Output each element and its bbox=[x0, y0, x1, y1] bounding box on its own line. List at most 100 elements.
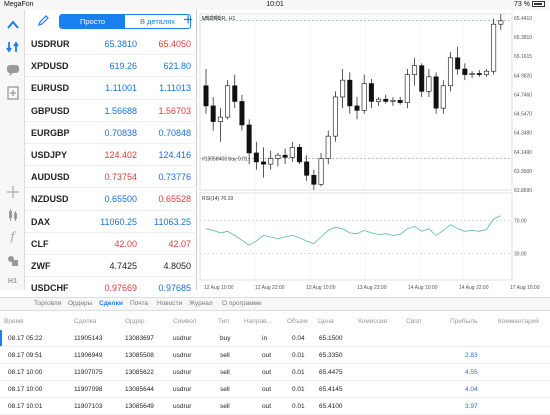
table-cell: in bbox=[262, 335, 268, 342]
quote-row[interactable]: USDRUR 65.3810 65.4050 bbox=[25, 33, 197, 56]
table-cell: 0.01 bbox=[292, 352, 305, 359]
table-cell: 13083697 bbox=[125, 335, 154, 342]
quote-symbol: EURUSD bbox=[31, 83, 70, 94]
quote-row[interactable]: EURUSD 1.11001 1.11013 bbox=[25, 77, 197, 100]
candle-body bbox=[332, 96, 338, 137]
price-tick-label: 64.3480 bbox=[514, 131, 532, 137]
quote-bid: 4.7425 bbox=[109, 261, 137, 271]
candle-body bbox=[304, 161, 310, 176]
candle-body bbox=[397, 100, 403, 103]
tab-0[interactable]: Торговля bbox=[34, 300, 61, 307]
candle-body bbox=[268, 158, 274, 165]
view-mode-toggle: Просто В деталях bbox=[59, 14, 191, 29]
table-row[interactable]: 08.17 10:00 11907098 13085644 usdrur sell out… bbox=[0, 381, 550, 398]
column-header[interactable]: Время bbox=[4, 318, 24, 325]
indicators-icon[interactable]: f bbox=[0, 230, 25, 243]
column-header[interactable]: Комиссия bbox=[358, 318, 387, 325]
trade-icon[interactable] bbox=[0, 18, 25, 32]
candle-body bbox=[491, 23, 497, 72]
tab-1[interactable]: Ордеры bbox=[68, 300, 92, 307]
time-tick-label: 14 Aug 22:00 bbox=[459, 285, 489, 291]
quote-row[interactable]: GBPUSD 1.56688 1.56703 bbox=[25, 100, 197, 122]
candle-body bbox=[483, 70, 489, 75]
view-simple-button[interactable]: Просто bbox=[60, 15, 125, 28]
table-cell: out bbox=[262, 369, 272, 376]
profit-cell: 3.97 bbox=[465, 403, 478, 410]
crosshair-icon[interactable] bbox=[0, 185, 25, 199]
tab-4[interactable]: Новости bbox=[157, 300, 182, 307]
candle-body bbox=[282, 154, 288, 158]
view-detail-button[interactable]: В деталях bbox=[125, 15, 190, 28]
objects-icon[interactable] bbox=[0, 254, 25, 268]
table-cell: 65.3350 bbox=[319, 352, 343, 359]
table-cell: 65.4145 bbox=[319, 386, 343, 393]
column-header[interactable]: Прибыль bbox=[450, 318, 478, 325]
table-cell: 11907075 bbox=[74, 369, 103, 376]
column-header[interactable]: Символ bbox=[173, 318, 196, 325]
candle-body bbox=[498, 20, 504, 25]
column-header[interactable]: Комментарий bbox=[498, 318, 539, 325]
candle-body bbox=[390, 100, 396, 102]
candle-body bbox=[239, 101, 245, 126]
tab-5[interactable]: Журнал bbox=[189, 300, 213, 307]
candle-body bbox=[232, 85, 238, 102]
price-tick-label: 63.9500 bbox=[514, 169, 532, 175]
quote-row[interactable]: CLF 42.00 42.07 bbox=[25, 233, 197, 255]
edit-pencil-icon[interactable] bbox=[37, 14, 49, 32]
quote-row[interactable]: ZWF 4.7425 4.8050 bbox=[25, 255, 197, 278]
profit-cell: 4.55 bbox=[465, 369, 478, 376]
quotes-panel: Просто В деталях + USDRUR 65.3810 65.4050 X… bbox=[25, 10, 197, 300]
price-chart[interactable]: 65.4410 65.3810 65.1615 64.9820 64.7460 64.54… bbox=[198, 10, 550, 295]
time-tick-label: 17 Aug 10:00 bbox=[510, 285, 540, 291]
quotes-arrows-icon[interactable] bbox=[0, 40, 25, 54]
quote-symbol: AUDUSD bbox=[31, 172, 70, 183]
quote-ask: 1.11013 bbox=[159, 83, 191, 94]
new-document-icon[interactable] bbox=[0, 86, 25, 100]
table-cell: 65.1500 bbox=[319, 335, 343, 342]
tab-2[interactable]: Сделки bbox=[99, 300, 123, 307]
column-header[interactable]: Тип bbox=[218, 318, 229, 325]
quote-symbol: USDRUR bbox=[31, 39, 70, 49]
column-header[interactable]: Своп bbox=[406, 318, 421, 325]
quote-row[interactable]: AUDUSD 0.73754 0.73776 bbox=[25, 166, 197, 189]
quote-bid: 0.65500 bbox=[104, 194, 137, 205]
table-row[interactable]: 08.17 05:22 11905143 13083697 usdrur buy in 0.… bbox=[0, 330, 550, 347]
column-header[interactable]: Ордер bbox=[125, 318, 145, 325]
quote-ask: 0.70848 bbox=[158, 127, 191, 138]
quote-row[interactable]: XPDUSD 619.26 621.80 bbox=[25, 55, 197, 78]
table-row[interactable]: 08.17 10:00 11907075 13085622 usdrur sell out… bbox=[0, 364, 550, 381]
table-cell: usdrur bbox=[173, 386, 192, 393]
chat-icon[interactable] bbox=[0, 63, 25, 77]
quote-symbol: NZDUSD bbox=[31, 194, 69, 205]
candles-icon[interactable] bbox=[0, 208, 25, 222]
quote-bid: 65.3810 bbox=[104, 39, 137, 49]
quote-bid: 124.402 bbox=[104, 150, 137, 160]
candle-body bbox=[210, 105, 216, 122]
candle-body bbox=[383, 98, 389, 102]
quote-row[interactable]: DAX 11060.25 11063.25 bbox=[25, 211, 197, 233]
table-row[interactable]: 08.17 09:51 11906949 13085508 usdrur sell out… bbox=[0, 347, 550, 364]
quote-ask: 42.07 bbox=[168, 238, 191, 249]
quote-row[interactable]: USDJPY 124.402 124.416 bbox=[25, 144, 197, 167]
column-header[interactable]: Объем bbox=[287, 318, 308, 325]
add-symbol-icon[interactable]: + bbox=[183, 11, 193, 28]
table-cell: 0.01 bbox=[292, 369, 305, 376]
candle-body bbox=[419, 65, 425, 92]
timeframe-icon[interactable]: H1 bbox=[0, 278, 25, 285]
table-cell: 0.01 bbox=[292, 403, 305, 410]
candle-body bbox=[225, 85, 231, 118]
tab-3[interactable]: Почта bbox=[130, 300, 148, 307]
column-header[interactable]: Сделка bbox=[74, 318, 96, 325]
clock: 10:01 bbox=[266, 1, 284, 8]
rsi-plot-frame bbox=[199, 192, 513, 281]
quote-ask: 4.8050 bbox=[163, 261, 191, 271]
table-cell: sell bbox=[220, 352, 230, 359]
bottom-tabs: Торговля Ордеры Сделки Почта Новости Журнал О … bbox=[0, 297, 550, 311]
quote-row[interactable]: EURGBP 0.70838 0.70848 bbox=[25, 122, 197, 144]
table-row[interactable]: 08.17 10:01 11907103 13085649 usdrur sell out… bbox=[0, 398, 550, 415]
tab-6[interactable]: О программе bbox=[222, 300, 262, 307]
chart-canvas[interactable]: 65.4410 65.3810 65.1615 64.9820 64.7460 64.54… bbox=[198, 10, 550, 295]
column-header[interactable]: Цена bbox=[318, 318, 334, 325]
quote-row[interactable]: NZDUSD 0.65500 0.65528 bbox=[25, 188, 197, 211]
column-header[interactable]: Направ... bbox=[244, 318, 272, 325]
